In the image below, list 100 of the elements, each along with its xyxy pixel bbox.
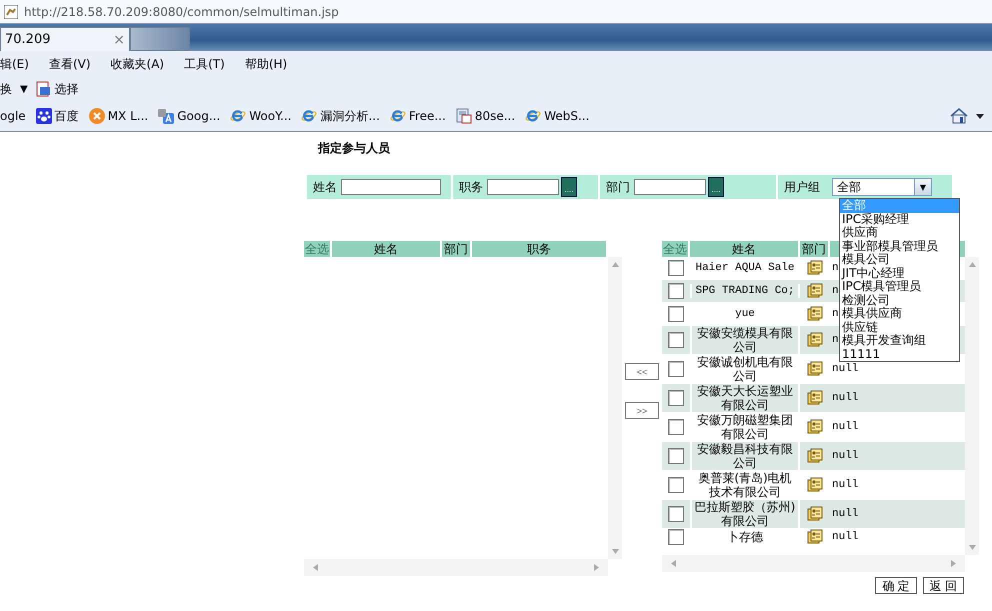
table-cell-text: n [831, 308, 839, 320]
translate-icon [158, 108, 174, 124]
page-icon [4, 4, 18, 18]
menu-item[interactable]: 查看(V) [48, 56, 91, 72]
input-field[interactable] [487, 179, 559, 195]
dropdown-arrow-icon[interactable] [976, 114, 984, 118]
table-cell: SPG TRADING Co; [690, 284, 800, 298]
checkbox[interactable] [668, 477, 684, 493]
picker-button[interactable]: .... [708, 177, 724, 197]
checkbox[interactable] [668, 419, 684, 435]
table-cell: yue [690, 307, 800, 321]
document-icon [36, 81, 52, 97]
contact-card-icon[interactable] [807, 477, 823, 493]
table-cell-text: null [831, 479, 858, 491]
contact-card-icon[interactable] [807, 361, 823, 377]
dropdown-option[interactable]: IPC模具管理员 [840, 280, 959, 294]
contact-card-icon[interactable] [807, 419, 823, 435]
menu-item[interactable]: 帮助(H) [244, 56, 288, 72]
checkbox[interactable] [668, 361, 684, 377]
menu-item[interactable]: 辑(E) [0, 56, 29, 72]
action-button[interactable]: 返 回 [922, 577, 964, 594]
dropdown-arrow-icon[interactable]: ▼ [20, 84, 28, 94]
contact-card-icon[interactable] [807, 506, 823, 522]
table-cell-text: null [831, 421, 858, 433]
table-cell-text: n [831, 334, 839, 346]
dropdown-option[interactable]: 供应商 [840, 226, 959, 240]
table-cell-text: null [831, 363, 858, 375]
contact-card-icon[interactable] [807, 529, 823, 545]
dropdown-option[interactable]: JIT中心经理 [840, 266, 959, 280]
table-cell-text: null [831, 531, 858, 543]
table-cell: Haier AQUA Sale [690, 261, 800, 275]
contact-card-icon[interactable] [807, 260, 823, 276]
name-field[interactable] [341, 179, 441, 195]
favorite-link[interactable]: ogle [0, 109, 26, 123]
select-tool-button[interactable]: 选择 [36, 80, 79, 98]
checkbox[interactable] [668, 448, 684, 464]
browser-tab[interactable]: 70.209 × [0, 27, 130, 51]
favorite-link[interactable]: WebS... [525, 108, 590, 124]
menu-item[interactable]: 工具(T) [184, 56, 225, 72]
checkbox[interactable] [668, 390, 684, 406]
checkbox[interactable] [668, 306, 684, 322]
input-field[interactable] [634, 179, 706, 195]
dropdown-option[interactable]: 模具公司 [840, 253, 959, 266]
table-cell-text: null [831, 392, 858, 404]
column-header: 部门 [800, 241, 830, 257]
filter-label: 用户组 [783, 178, 821, 196]
action-button[interactable]: 确 定 [875, 577, 917, 594]
browser-e-icon [230, 108, 246, 124]
table-cell-text: n [831, 285, 839, 297]
checkbox[interactable] [668, 260, 684, 276]
paw-icon [36, 108, 52, 124]
browser-e-icon [525, 108, 542, 124]
table-cell: 安徽安缆模具有限公司 [690, 326, 800, 354]
dropdown-list[interactable]: 全部 IPC采购经理 供应商 事业部模具管理员 模具公司 JIT中心经理 IPC模具管理员 检测公司 模具供应商 供应链 模具开发查询组 11111 [839, 198, 960, 362]
dropdown-option[interactable]: 模具开发查询组 [840, 334, 959, 348]
favorite-link[interactable]: 80se... [456, 108, 516, 124]
table-cell: 安徽天大长运塑业有限公司 [690, 384, 800, 412]
contact-card-icon[interactable] [807, 332, 823, 348]
dropdown-option[interactable]: 检测公司 [840, 294, 959, 307]
user-group-select[interactable]: 全部 ▼ [832, 178, 932, 196]
checkbox[interactable] [668, 283, 684, 299]
table-cell-text: null [831, 450, 858, 462]
home-icon[interactable] [950, 108, 968, 124]
filter-label: 部门 [605, 178, 631, 196]
document-icon [456, 108, 472, 124]
column-header: 姓名 [690, 241, 800, 257]
move-button[interactable]: << [625, 363, 659, 380]
dropdown-option[interactable]: IPC采购经理 [840, 212, 959, 226]
x-circle-icon [88, 108, 105, 124]
favorite-link[interactable]: WooY... [230, 108, 292, 124]
favorite-link[interactable]: 百度 [36, 108, 79, 124]
contact-card-icon[interactable] [807, 306, 823, 322]
toolbar-item[interactable]: 换 [0, 80, 12, 98]
address-field[interactable]: http://218.58.70.209:8080/common/selmultiman.jsp [24, 4, 339, 18]
favorite-link[interactable]: MX L... [88, 108, 148, 124]
table-cell-text: n [831, 262, 839, 274]
browser-e-icon [390, 108, 406, 124]
favorite-link[interactable]: 漏洞分析... [301, 108, 380, 124]
column-header: 部门 [442, 241, 472, 257]
contact-card-icon[interactable] [807, 448, 823, 464]
contact-card-icon[interactable] [807, 283, 823, 299]
checkbox[interactable] [668, 529, 684, 545]
table-cell-text: null [831, 508, 858, 520]
checkbox[interactable] [668, 506, 684, 522]
favorite-link[interactable]: Goog... [158, 108, 220, 124]
table-cell: 安徽毅昌科技有限公司 [690, 442, 800, 470]
contact-card-icon[interactable] [807, 390, 823, 406]
dropdown-option[interactable]: 11111 [840, 348, 959, 361]
dropdown-option[interactable]: 事业部模具管理员 [840, 240, 959, 253]
dropdown-option[interactable]: 模具供应商 [840, 307, 959, 320]
move-button[interactable]: >> [625, 402, 659, 419]
favorite-link[interactable]: Free... [390, 108, 446, 124]
filter-label: 职务 [458, 178, 484, 196]
picker-button[interactable]: .... [561, 177, 577, 197]
close-icon[interactable]: × [113, 32, 125, 48]
dropdown-option[interactable]: 供应链 [840, 320, 959, 334]
browser-e-icon [301, 108, 318, 124]
checkbox[interactable] [668, 332, 684, 348]
menu-item[interactable]: 收藏夹(A) [110, 56, 164, 72]
page-title: 指定参与人员 [316, 140, 391, 157]
